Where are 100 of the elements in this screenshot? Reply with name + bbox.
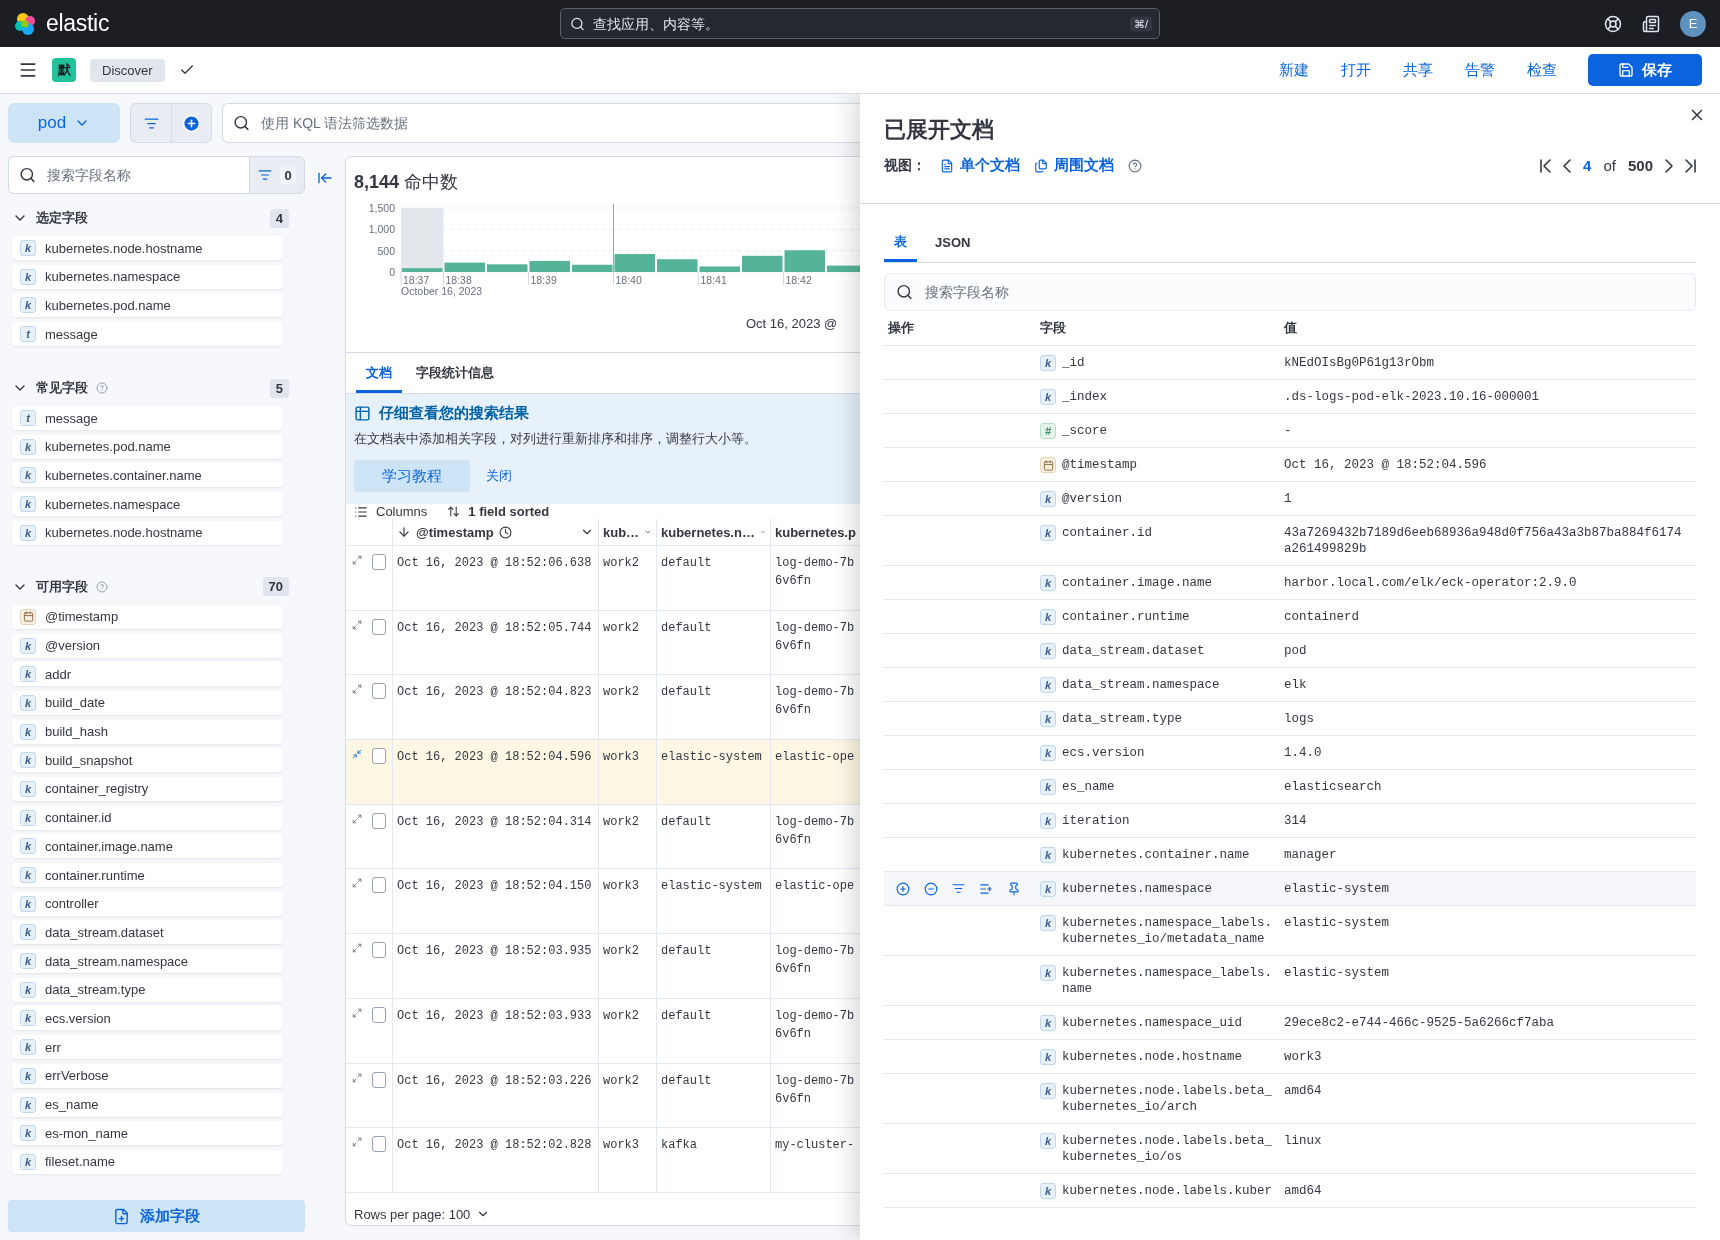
- collapse-icon[interactable]: [317, 170, 333, 186]
- rows-per-page-button[interactable]: Rows per page: 100: [346, 1192, 860, 1225]
- add-column-icon[interactable]: [979, 881, 993, 896]
- row-checkbox[interactable]: [372, 618, 386, 635]
- field-item[interactable]: k data_stream.namespace: [12, 949, 283, 974]
- expand-row-icon[interactable]: [352, 1071, 363, 1084]
- field-value: pod: [1284, 643, 1307, 659]
- tab[interactable]: JSON: [925, 222, 981, 262]
- tutorial-button[interactable]: 学习教程: [354, 460, 470, 492]
- view-link[interactable]: 单个文档: [940, 156, 1020, 175]
- filter-icon[interactable]: [952, 882, 965, 895]
- field-item[interactable]: t message: [12, 406, 283, 431]
- field-item[interactable]: k build_hash: [12, 719, 283, 744]
- row-checkbox[interactable]: [372, 748, 386, 765]
- sort-button[interactable]: 1 field sorted: [447, 504, 550, 519]
- field-item[interactable]: k @version: [12, 633, 283, 658]
- first-page-button[interactable]: [1540, 158, 1552, 173]
- field-type-badge: k: [1040, 779, 1056, 795]
- field-item[interactable]: k ecs.version: [12, 1006, 283, 1031]
- collapse-row-icon[interactable]: [352, 748, 363, 761]
- view-link[interactable]: 周围文档: [1034, 156, 1114, 175]
- query-field[interactable]: 使用 KQL 语法筛选数据: [222, 103, 860, 143]
- column-header[interactable]: kub…: [598, 519, 656, 545]
- row-checkbox[interactable]: [372, 877, 386, 894]
- expand-row-icon[interactable]: [352, 812, 363, 825]
- help-icon[interactable]: [1604, 14, 1622, 33]
- breadcrumb[interactable]: Discover: [90, 58, 165, 82]
- column-header[interactable]: @timestamp: [392, 519, 598, 545]
- row-checkbox[interactable]: [372, 942, 386, 959]
- row-checkbox[interactable]: [372, 1006, 386, 1023]
- next-page-button[interactable]: [1665, 158, 1673, 173]
- section-title[interactable]: 常见字段: [36, 379, 88, 398]
- expand-row-icon[interactable]: [352, 1136, 363, 1149]
- field-item[interactable]: k data_stream.dataset: [12, 920, 283, 945]
- field-item[interactable]: k kubernetes.namespace: [12, 264, 283, 289]
- save-button[interactable]: 保存: [1588, 54, 1702, 86]
- field-item[interactable]: k build_date: [12, 690, 283, 715]
- previous-page-button[interactable]: [1563, 158, 1572, 173]
- field-item[interactable]: k fileset.name: [12, 1149, 283, 1174]
- expand-row-icon[interactable]: [352, 554, 363, 566]
- row-checkbox[interactable]: [372, 1136, 386, 1153]
- field-count: 70: [262, 577, 289, 597]
- field-item[interactable]: k container.runtime: [12, 863, 283, 887]
- field-item[interactable]: k err: [12, 1035, 283, 1060]
- field-type-badge: k: [1040, 491, 1056, 507]
- field-item[interactable]: k kubernetes.pod.name: [12, 293, 283, 318]
- row-checkbox[interactable]: [372, 554, 386, 570]
- field-item[interactable]: k build_snapshot: [12, 748, 283, 773]
- field-type-badge: k: [1040, 847, 1056, 863]
- x-axis-label: 18:39: [530, 274, 557, 286]
- field-item[interactable]: k es_name: [12, 1092, 283, 1117]
- field-item[interactable]: k errVerbose: [12, 1063, 283, 1088]
- nav-link[interactable]: 共享: [1394, 60, 1442, 80]
- columns-button[interactable]: Columns: [354, 504, 428, 519]
- add-field-button[interactable]: 添加字段: [8, 1200, 305, 1232]
- pin-icon[interactable]: [1007, 881, 1021, 896]
- dismiss-link[interactable]: 关闭: [486, 467, 512, 485]
- filter-for-icon[interactable]: [896, 881, 910, 896]
- field-item[interactable]: k kubernetes.container.name: [12, 463, 283, 488]
- field-search-field[interactable]: 搜索字段名称: [884, 273, 1696, 311]
- field-item[interactable]: k container.id: [12, 805, 283, 830]
- nav-link[interactable]: 告警: [1456, 60, 1504, 80]
- row-checkbox[interactable]: [372, 1071, 386, 1088]
- field-item[interactable]: k kubernetes.node.hostname: [12, 520, 283, 545]
- expand-row-icon[interactable]: [352, 683, 363, 696]
- section-title[interactable]: 选定字段: [36, 209, 88, 227]
- expand-row-icon[interactable]: [352, 1006, 363, 1019]
- newspaper-icon[interactable]: [1642, 14, 1660, 33]
- field-item[interactable]: t message: [12, 322, 283, 347]
- field-filter-button[interactable]: 0: [249, 156, 305, 194]
- expand-row-icon[interactable]: [352, 877, 363, 890]
- space-avatar[interactable]: 默: [52, 58, 76, 82]
- expand-row-icon[interactable]: [352, 942, 363, 955]
- tab[interactable]: 表: [884, 222, 917, 262]
- data-view-button[interactable]: pod: [8, 103, 120, 143]
- field-item[interactable]: k data_stream.type: [12, 977, 283, 1002]
- table-cell: Oct 16, 2023 @ 18:52:04.596: [392, 740, 598, 804]
- last-page-button[interactable]: [1685, 158, 1696, 173]
- nav-link[interactable]: 新建: [1270, 60, 1318, 80]
- tab[interactable]: 字段统计信息: [406, 353, 504, 393]
- field-search-field[interactable]: 搜索字段名称: [8, 156, 249, 194]
- column-header[interactable]: kubernetes.n…: [656, 519, 770, 545]
- filter-out-icon[interactable]: [924, 881, 938, 896]
- field-item[interactable]: k container_registry: [12, 776, 283, 801]
- nav-link[interactable]: 打开: [1332, 60, 1380, 80]
- section-title[interactable]: 可用字段: [36, 577, 88, 596]
- field-item[interactable]: k kubernetes.namespace: [12, 492, 283, 517]
- field-item[interactable]: k addr: [12, 662, 283, 687]
- menu-icon[interactable]: [18, 60, 38, 80]
- field-item[interactable]: k kubernetes.pod.name: [12, 434, 283, 459]
- field-item[interactable]: k container.image.name: [12, 834, 283, 859]
- field-item[interactable]: k kubernetes.node.hostname: [12, 236, 283, 260]
- row-checkbox[interactable]: [372, 683, 386, 700]
- row-checkbox[interactable]: [372, 812, 386, 829]
- field-value: Oct 16, 2023 @ 18:52:04.596: [1284, 457, 1487, 473]
- field-item[interactable]: @timestamp: [12, 604, 283, 629]
- nav-link[interactable]: 检查: [1518, 60, 1566, 80]
- field-item[interactable]: k es-mon_name: [12, 1121, 283, 1146]
- expand-row-icon[interactable]: [352, 618, 363, 631]
- field-item[interactable]: k controller: [12, 891, 283, 916]
